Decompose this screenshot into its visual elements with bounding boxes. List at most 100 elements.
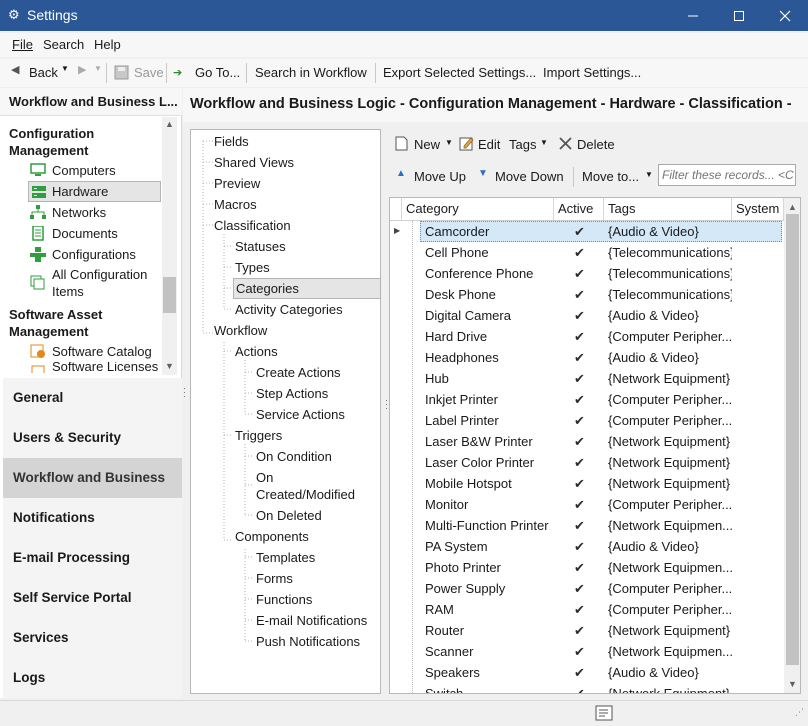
back-dropdown-icon[interactable]: ▼ — [61, 64, 69, 73]
scroll-down-icon[interactable]: ▼ — [165, 361, 174, 371]
save-button[interactable]: Save — [134, 65, 164, 80]
menu-search[interactable]: Search — [43, 37, 84, 52]
table-row[interactable]: Camcorder ✔ {Audio & Video} — [420, 221, 782, 242]
move-down-icon[interactable]: ▼ — [478, 168, 488, 179]
tree-node-types[interactable]: Types — [235, 259, 270, 276]
back-arrow-icon[interactable]: ◀ — [11, 63, 19, 76]
move-up-icon[interactable]: ▲ — [396, 168, 406, 179]
left-splitter-handle[interactable]: · · · — [183, 384, 186, 402]
tree-node-shared-views[interactable]: Shared Views — [214, 154, 294, 171]
table-row[interactable]: Hub ✔ {Network Equipment} — [390, 368, 782, 389]
table-row[interactable]: Conference Phone ✔ {Telecommunications} — [390, 263, 782, 284]
move-up-button[interactable]: Move Up — [414, 169, 466, 184]
goto-button[interactable]: Go To... — [195, 65, 240, 80]
column-header-system[interactable]: System — [732, 198, 784, 220]
tree-node-functions[interactable]: Functions — [256, 591, 312, 608]
filter-records-input[interactable] — [658, 164, 796, 186]
table-row[interactable]: Desk Phone ✔ {Telecommunications} — [390, 284, 782, 305]
table-row[interactable]: RAM ✔ {Computer Peripher... — [390, 599, 782, 620]
tree-node-create-actions[interactable]: Create Actions — [256, 364, 341, 381]
group-software-asset-management[interactable]: Software Asset Management — [9, 306, 119, 340]
nav-general[interactable]: General — [3, 378, 182, 418]
maximize-button[interactable] — [716, 0, 762, 31]
save-icon[interactable] — [114, 65, 129, 80]
tree-node-statuses[interactable]: Statuses — [235, 238, 286, 255]
table-row[interactable]: Photo Printer ✔ {Network Equipmen... — [390, 557, 782, 578]
new-dropdown-icon[interactable]: ▼ — [445, 138, 453, 147]
tree-node-components[interactable]: Components — [235, 528, 309, 545]
table-row[interactable]: Inkjet Printer ✔ {Computer Peripher... — [390, 389, 782, 410]
move-to-dropdown-icon[interactable]: ▼ — [645, 170, 653, 179]
table-row[interactable]: Laser B&W Printer ✔ {Network Equipment} — [390, 431, 782, 452]
move-down-button[interactable]: Move Down — [495, 169, 564, 184]
tree-node-on-deleted[interactable]: On Deleted — [256, 507, 322, 524]
tree-node-on-created-modified[interactable]: On Created/Modified — [256, 469, 355, 503]
tree-node-classification[interactable]: Classification — [214, 217, 291, 234]
new-document-icon[interactable] — [395, 136, 408, 151]
table-row[interactable]: PA System ✔ {Audio & Video} — [390, 536, 782, 557]
tree-node-push-notifications[interactable]: Push Notifications — [256, 633, 360, 650]
delete-button[interactable]: Delete — [577, 137, 615, 152]
scroll-down-icon[interactable]: ▼ — [788, 679, 797, 689]
back-button[interactable]: Back — [29, 65, 58, 80]
table-row[interactable]: Label Printer ✔ {Computer Peripher... — [390, 410, 782, 431]
table-row[interactable]: Mobile Hotspot ✔ {Network Equipment} — [390, 473, 782, 494]
nav-users-security[interactable]: Users & Security — [3, 418, 182, 458]
nav-notifications[interactable]: Notifications — [3, 498, 182, 538]
sidebar-scrollbar[interactable]: ▲ ▼ — [162, 117, 177, 375]
minimize-button[interactable] — [670, 0, 716, 31]
move-to-button[interactable]: Move to... — [582, 169, 639, 184]
column-header-category[interactable]: Category — [402, 198, 554, 220]
tree-node-categories[interactable]: Categories — [233, 278, 381, 299]
tree-node-on-condition[interactable]: On Condition — [256, 448, 332, 465]
tags-dropdown-icon[interactable]: ▼ — [540, 138, 548, 147]
nav-email-processing[interactable]: E-mail Processing — [3, 538, 182, 578]
forward-dropdown-icon[interactable]: ▼ — [94, 64, 102, 73]
scrollbar-thumb[interactable] — [163, 277, 176, 313]
delete-icon[interactable] — [559, 137, 572, 150]
tree-node-templates[interactable]: Templates — [256, 549, 315, 566]
table-row[interactable]: Power Supply ✔ {Computer Peripher... — [390, 578, 782, 599]
menu-help[interactable]: Help — [94, 37, 121, 52]
table-row[interactable]: Multi-Function Printer ✔ {Network Equipmen… — [390, 515, 782, 536]
table-row[interactable]: Switch ✔ {Network Equipment} — [390, 683, 782, 693]
export-settings-button[interactable]: Export Selected Settings... — [383, 65, 536, 80]
table-row[interactable]: Monitor ✔ {Computer Peripher... — [390, 494, 782, 515]
nav-workflow-business-logic[interactable]: Workflow and Business L... — [3, 458, 182, 525]
tree-node-preview[interactable]: Preview — [214, 175, 260, 192]
table-row[interactable]: Laser Color Printer ✔ {Network Equipment} — [390, 452, 782, 473]
table-row[interactable]: Router ✔ {Network Equipment} — [390, 620, 782, 641]
scroll-up-icon[interactable]: ▲ — [788, 202, 797, 212]
tree-node-service-actions[interactable]: Service Actions — [256, 406, 345, 423]
tree-node-workflow[interactable]: Workflow — [214, 322, 267, 339]
tree-node-step-actions[interactable]: Step Actions — [256, 385, 328, 402]
table-row[interactable]: Digital Camera ✔ {Audio & Video} — [390, 305, 782, 326]
forward-arrow-icon[interactable]: ▶ — [78, 63, 86, 76]
table-row[interactable]: Speakers ✔ {Audio & Video} — [390, 662, 782, 683]
tree-node-actions[interactable]: Actions — [235, 343, 278, 360]
sidebar-item-hardware[interactable]: Hardware — [28, 181, 161, 202]
table-row[interactable]: Scanner ✔ {Network Equipmen... — [390, 641, 782, 662]
table-row[interactable]: Headphones ✔ {Audio & Video} — [390, 347, 782, 368]
search-in-workflow-button[interactable]: Search in Workflow — [255, 65, 367, 80]
group-configuration-management[interactable]: Configuration Management — [9, 125, 119, 159]
edit-button[interactable]: Edit — [478, 137, 500, 152]
grid-scrollbar[interactable]: ▲ ▼ — [784, 198, 800, 693]
resize-grip-icon[interactable]: ⋰ — [795, 707, 804, 718]
nav-services[interactable]: Services — [3, 618, 182, 658]
tree-node-macros[interactable]: Macros — [214, 196, 257, 213]
new-button[interactable]: New — [414, 137, 440, 152]
import-settings-button[interactable]: Import Settings... — [543, 65, 641, 80]
status-document-icon[interactable] — [595, 705, 613, 721]
tree-node-fields[interactable]: Fields — [214, 133, 249, 150]
tree-node-email-notifications[interactable]: E-mail Notifications — [256, 612, 367, 629]
table-row[interactable]: Hard Drive ✔ {Computer Peripher... — [390, 326, 782, 347]
menu-file[interactable]: File — [12, 37, 33, 52]
column-header-tags[interactable]: Tags — [604, 198, 732, 220]
middle-splitter-handle[interactable]: · · · — [385, 396, 388, 414]
close-button[interactable] — [762, 0, 808, 31]
scroll-up-icon[interactable]: ▲ — [165, 119, 174, 129]
edit-icon[interactable] — [459, 136, 474, 151]
goto-arrow-icon[interactable]: ➔ — [173, 66, 182, 79]
tree-node-triggers[interactable]: Triggers — [235, 427, 282, 444]
